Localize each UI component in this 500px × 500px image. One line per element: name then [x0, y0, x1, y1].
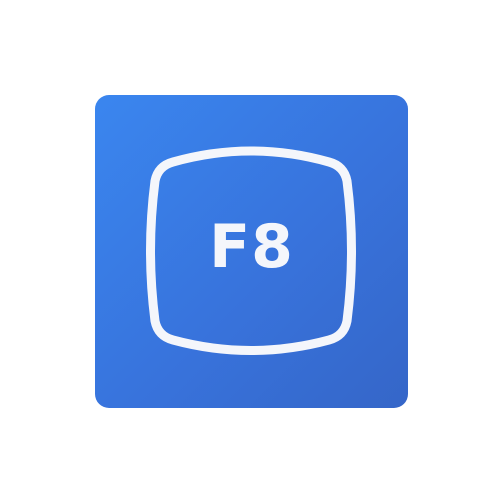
key-label: F8	[209, 212, 294, 282]
canvas: F8	[0, 0, 500, 500]
f8-app-icon[interactable]: F8	[95, 95, 408, 408]
